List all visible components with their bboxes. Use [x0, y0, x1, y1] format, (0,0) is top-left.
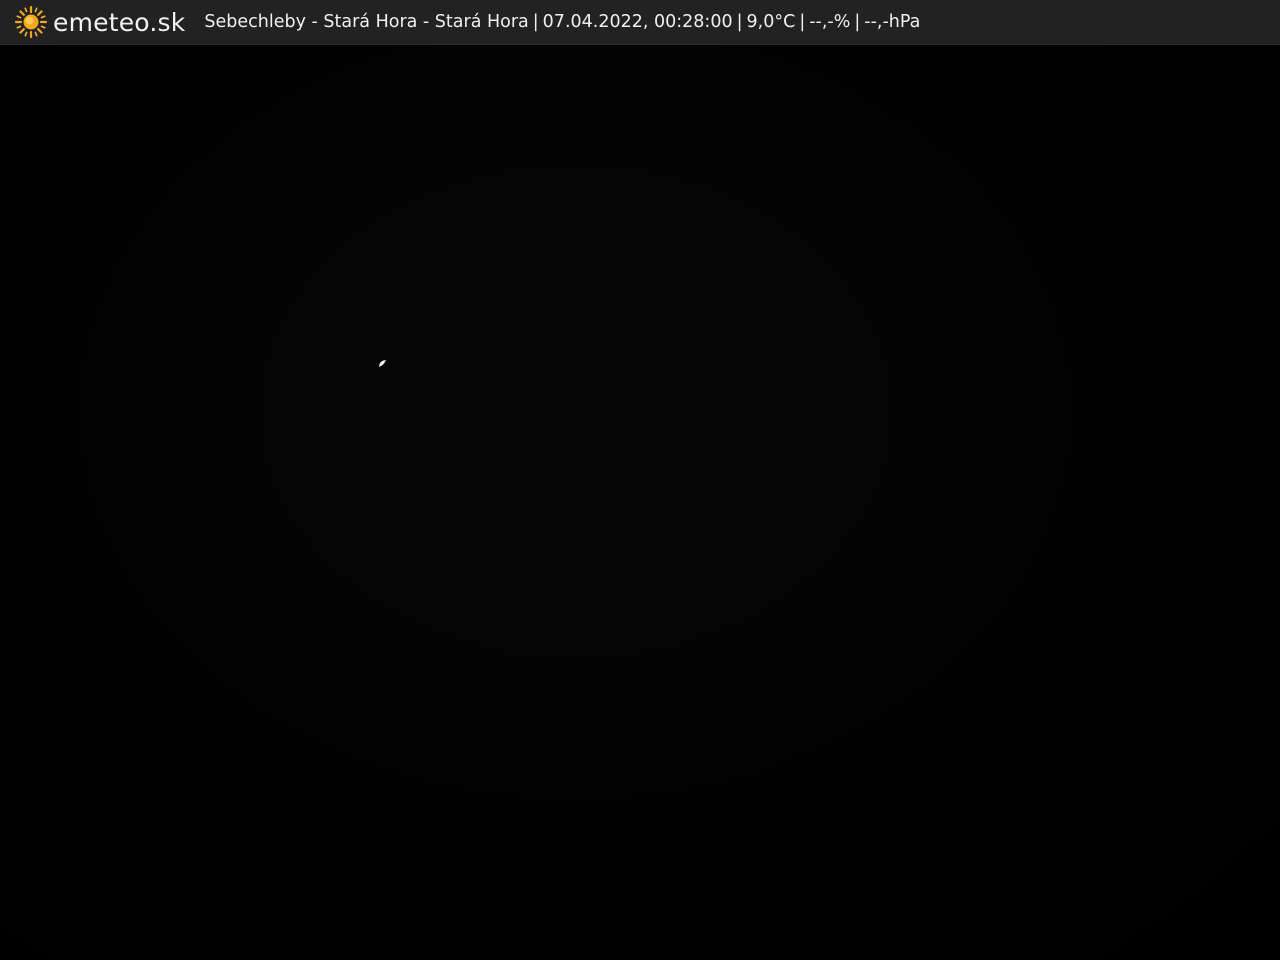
webcam-image [0, 45, 1280, 960]
separator: | [736, 11, 743, 32]
separator: | [532, 11, 539, 32]
sun-icon [14, 5, 48, 39]
site-name[interactable]: emeteo.sk [53, 0, 185, 45]
moon-icon [379, 360, 386, 367]
site-logo[interactable]: emeteo.sk [14, 0, 185, 45]
humidity-value: --,-% [809, 11, 851, 32]
webcam-page: emeteo.sk Sebechleby - Stará Hora - Star… [0, 0, 1280, 960]
station-info: Sebechleby - Stará Hora - Stará Hora | 0… [204, 0, 920, 45]
separator: | [799, 11, 806, 32]
pressure-value: --,-hPa [864, 11, 921, 32]
station-name: Sebechleby - Stará Hora - Stará Hora [204, 11, 529, 32]
header-bar: emeteo.sk Sebechleby - Stará Hora - Star… [0, 0, 1280, 45]
separator: | [854, 11, 861, 32]
observation-datetime: 07.04.2022, 00:28:00 [542, 11, 733, 32]
temperature-value: 9,0°C [746, 11, 796, 32]
